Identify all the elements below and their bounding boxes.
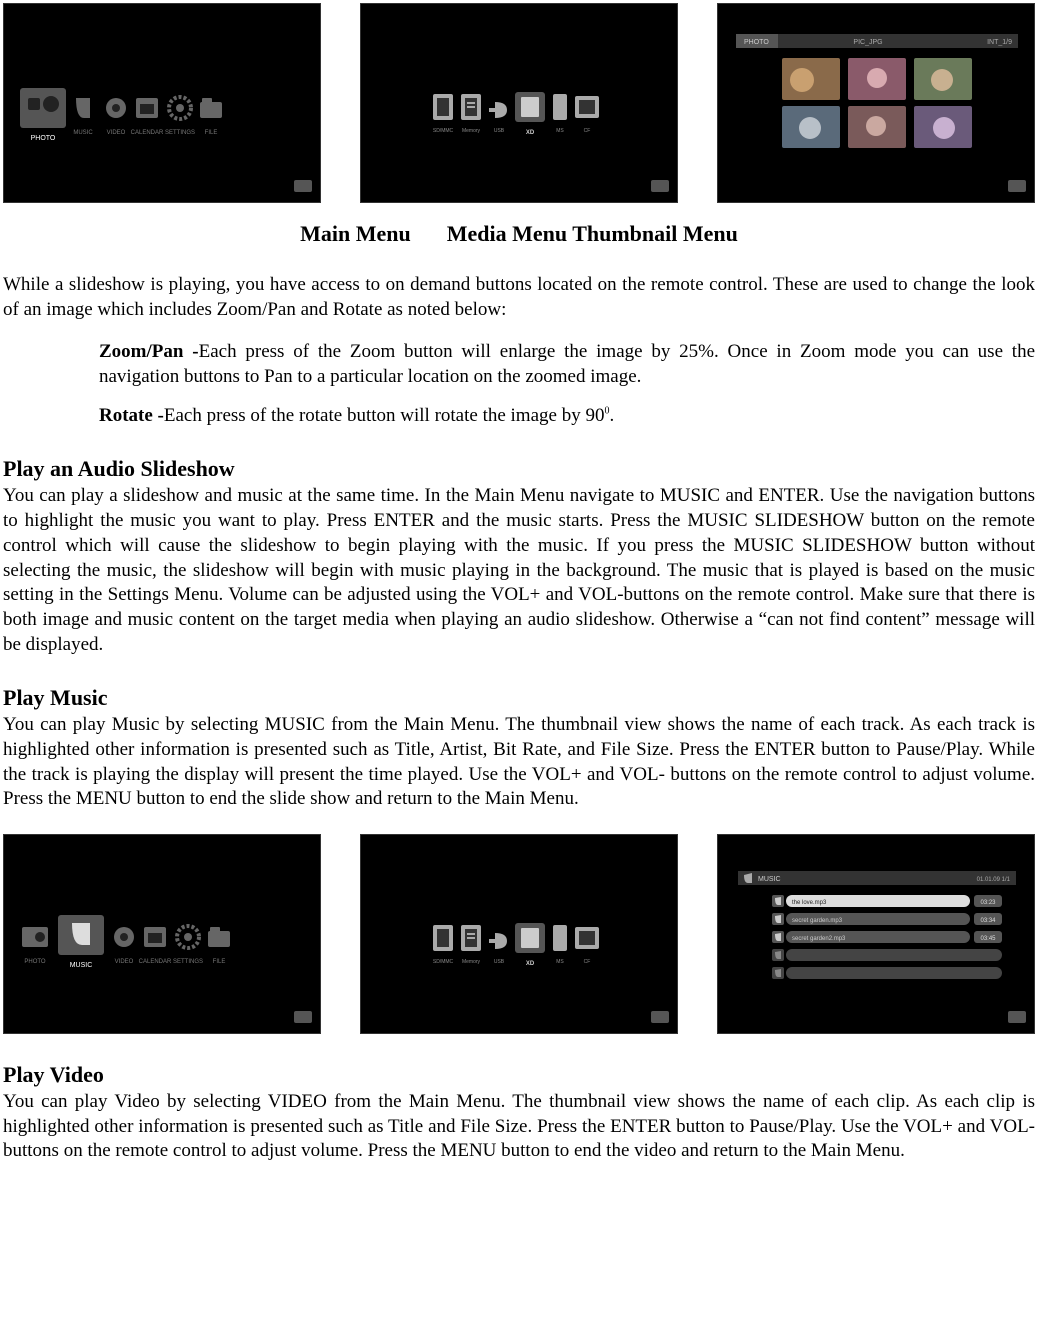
screenshot-media-menu-2: SD/MMC Memory USB XD MS CF bbox=[360, 834, 678, 1034]
rotate-item: Rotate -Each press of the rotate button … bbox=[99, 404, 1035, 429]
svg-text:03:23: 03:23 bbox=[980, 900, 996, 906]
svg-text:VIDEO: VIDEO bbox=[107, 130, 126, 136]
svg-text:MUSIC: MUSIC bbox=[758, 876, 781, 883]
svg-text:PIC_JPG: PIC_JPG bbox=[853, 39, 882, 46]
svg-text:SETTINGS: SETTINGS bbox=[165, 130, 195, 136]
screenshot-main-menu: PHOTO MUSIC VIDEO CALENDAR SETTINGS FILE bbox=[3, 3, 321, 203]
svg-text:USB: USB bbox=[494, 959, 505, 965]
svg-text:USB: USB bbox=[494, 128, 505, 134]
svg-text:03:45: 03:45 bbox=[980, 936, 996, 942]
svg-text:MS: MS bbox=[556, 128, 564, 134]
screenshot-thumbnail-menu: PHOTO PIC_JPG INT_1/9 bbox=[717, 3, 1035, 203]
svg-text:MUSIC: MUSIC bbox=[73, 130, 93, 136]
svg-text:MS: MS bbox=[556, 959, 564, 965]
body-play-video: You can play Video by selecting VIDEO fr… bbox=[3, 1090, 1035, 1164]
label-media-thumbnail-menu: Media Menu Thumbnail Menu bbox=[447, 221, 738, 246]
svg-text:SETTINGS: SETTINGS bbox=[173, 959, 203, 965]
svg-text:01.01.09 1/1: 01.01.09 1/1 bbox=[977, 877, 1011, 883]
image-row-1: PHOTO MUSIC VIDEO CALENDAR SETTINGS FILE bbox=[3, 3, 1035, 203]
screenshot-music-list: MUSIC 01.01.09 1/1 the love.mp3 03:23 bbox=[717, 834, 1035, 1034]
heading-play-video: Play Video bbox=[3, 1062, 1035, 1088]
rotate-label: Rotate - bbox=[99, 405, 164, 426]
screenshot-main-menu-music: PHOTO MUSIC VIDEO CALENDAR SETTINGS FILE bbox=[3, 834, 321, 1034]
svg-text:03:34: 03:34 bbox=[980, 918, 996, 924]
svg-text:PHOTO: PHOTO bbox=[24, 959, 46, 965]
svg-text:secret garden.mp3: secret garden.mp3 bbox=[792, 918, 843, 924]
body-play-music: You can play Music by selecting MUSIC fr… bbox=[3, 713, 1035, 812]
heading-play-music: Play Music bbox=[3, 685, 1035, 711]
svg-text:VIDEO: VIDEO bbox=[115, 959, 134, 965]
svg-text:CF: CF bbox=[584, 959, 591, 965]
svg-text:FILE: FILE bbox=[205, 130, 218, 136]
svg-text:SD/MMC: SD/MMC bbox=[433, 128, 454, 134]
svg-text:SD/MMC: SD/MMC bbox=[433, 959, 454, 965]
svg-text:Memory: Memory bbox=[462, 128, 481, 134]
zoom-pan-item: Zoom/Pan -Each press of the Zoom button … bbox=[99, 340, 1035, 389]
svg-text:XD: XD bbox=[526, 130, 535, 136]
image-row-2: PHOTO MUSIC VIDEO CALENDAR SETTINGS FILE bbox=[3, 834, 1035, 1034]
body-audio-slideshow: You can play a slideshow and music at th… bbox=[3, 484, 1035, 657]
rotate-body-post: . bbox=[609, 405, 614, 426]
svg-text:CALENDAR: CALENDAR bbox=[139, 959, 172, 965]
svg-text:INT_1/9: INT_1/9 bbox=[987, 39, 1012, 46]
svg-text:Memory: Memory bbox=[462, 959, 481, 965]
svg-text:FILE: FILE bbox=[213, 959, 226, 965]
heading-audio-slideshow: Play an Audio Slideshow bbox=[3, 456, 1035, 482]
label-main-menu: Main Menu bbox=[300, 221, 411, 246]
screenshot-media-menu: SD/MMC Memory USB XD MS CF bbox=[360, 3, 678, 203]
zoom-pan-body: Each press of the Zoom button will enlar… bbox=[99, 341, 1035, 387]
svg-text:CALENDAR: CALENDAR bbox=[131, 130, 164, 136]
intro-paragraph: While a slideshow is playing, you have a… bbox=[3, 273, 1035, 322]
svg-text:PHOTO: PHOTO bbox=[31, 135, 56, 142]
rotate-body-pre: Each press of the rotate button will rot… bbox=[164, 405, 605, 426]
svg-text:XD: XD bbox=[526, 961, 535, 967]
svg-text:secret garden2.mp3: secret garden2.mp3 bbox=[792, 936, 846, 942]
svg-text:the love.mp3: the love.mp3 bbox=[792, 900, 827, 906]
menu-labels-row: Main Menu Media Menu Thumbnail Menu bbox=[3, 221, 1035, 247]
svg-text:PHOTO: PHOTO bbox=[744, 39, 769, 46]
svg-text:CF: CF bbox=[584, 128, 591, 134]
svg-text:MUSIC: MUSIC bbox=[70, 962, 93, 969]
zoom-pan-label: Zoom/Pan - bbox=[99, 341, 199, 362]
